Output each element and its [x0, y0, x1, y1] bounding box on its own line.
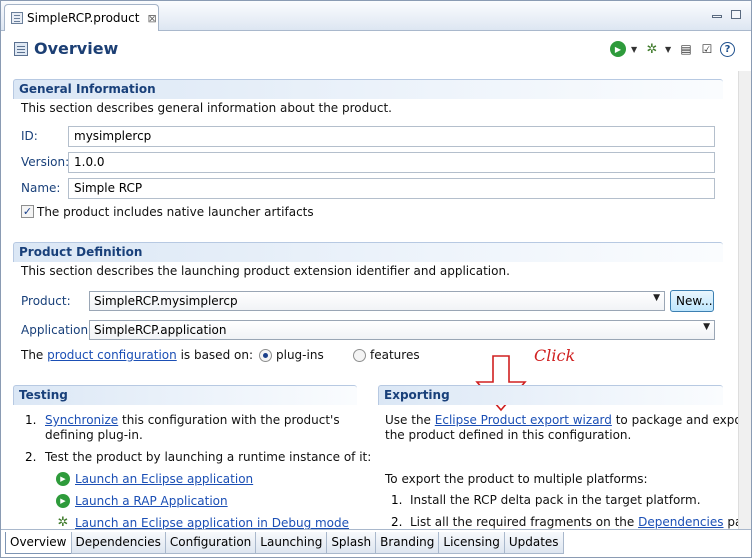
page-tabs: Overview Dependencies Configuration Laun…: [1, 529, 751, 557]
launch-eclipse-app-link[interactable]: Launch an Eclipse application: [75, 472, 253, 486]
config-basis-line: The product configuration is based on:: [21, 348, 253, 362]
editor-tab[interactable]: SimpleRCP.product ⊠: [4, 4, 159, 31]
exporting-use-line1: Use the Eclipse Product export wizard to…: [385, 413, 751, 427]
exporting-step1-text: Install the RCP delta pack in the target…: [410, 493, 701, 507]
tab-launching[interactable]: Launching: [255, 532, 328, 554]
minimize-icon[interactable]: [712, 15, 722, 18]
tab-licensing[interactable]: Licensing: [438, 532, 505, 554]
export-icon[interactable]: ▤: [678, 41, 694, 57]
tab-configuration[interactable]: Configuration: [164, 532, 257, 554]
click-annotation: Click: [534, 346, 576, 365]
id-field[interactable]: mysimplercp: [68, 126, 715, 147]
product-select-value: SimpleRCP.mysimplercp: [94, 294, 238, 308]
testing-item1-number: 1.: [25, 413, 37, 427]
maximize-icon[interactable]: [731, 10, 741, 19]
run-icon: ▶: [56, 494, 70, 508]
help-icon[interactable]: ?: [720, 41, 735, 57]
testing-item1-line2: defining plug-in.: [45, 428, 143, 442]
testing-item1-text: this configuration with the product's: [122, 413, 340, 427]
debug-icon: ✲: [57, 515, 69, 529]
application-select-value: SimpleRCP.application: [94, 323, 227, 337]
testing-item2-number: 2.: [25, 450, 37, 464]
validate-icon[interactable]: ☑: [699, 41, 715, 57]
chevron-down-icon: ▼: [653, 293, 660, 303]
launch-debug-link[interactable]: Launch an Eclipse application in Debug m…: [75, 516, 349, 529]
name-label: Name:: [21, 181, 61, 195]
tab-splash[interactable]: Splash: [326, 532, 377, 554]
chevron-down-icon[interactable]: ▼: [665, 45, 673, 54]
synchronize-link[interactable]: Synchronize: [45, 413, 118, 427]
product-label: Product:: [21, 294, 71, 308]
id-label: ID:: [21, 129, 38, 143]
tab-branding[interactable]: Branding: [375, 532, 440, 554]
tab-updates[interactable]: Updates: [503, 532, 564, 554]
editor-tab-bar: SimpleRCP.product ⊠: [1, 1, 751, 31]
exporting-step1-number: 1.: [391, 493, 403, 507]
page-title: Overview: [34, 39, 119, 58]
exporting-step2-number: 2.: [391, 515, 403, 529]
exporting-title: Exporting: [378, 385, 723, 405]
debug-icon[interactable]: ✲: [644, 41, 660, 57]
application-label: Application:: [21, 323, 93, 337]
plugins-radio[interactable]: [259, 349, 272, 362]
vertical-scrollbar[interactable]: [738, 71, 751, 529]
native-launcher-label: The product includes native launcher art…: [37, 205, 314, 219]
version-field[interactable]: 1.0.0: [68, 152, 715, 173]
close-icon[interactable]: ⊠: [147, 12, 156, 25]
editor-tab-label: SimpleRCP.product: [27, 11, 140, 25]
form-header: Overview ▶ ▼ ✲ ▼ ▤ ☑ ?: [11, 37, 741, 65]
general-info-description: This section describes general informati…: [21, 101, 392, 115]
product-definition-title: Product Definition: [13, 242, 723, 262]
version-label: Version:: [21, 155, 70, 169]
overview-page-icon: [14, 42, 28, 56]
export-wizard-link[interactable]: Eclipse Product export wizard: [435, 413, 612, 427]
product-file-icon: [11, 12, 23, 24]
exporting-multi-platform: To export the product to multiple platfo…: [385, 472, 648, 486]
tab-dependencies[interactable]: Dependencies: [70, 532, 166, 554]
down-arrow-annotation: [475, 355, 527, 412]
form-body: General Information This section describ…: [1, 71, 751, 529]
run-icon[interactable]: ▶: [610, 41, 626, 57]
product-select[interactable]: SimpleRCP.mysimplercp ▼: [89, 291, 665, 311]
exporting-step2-prefix: List all the required fragments on the: [410, 515, 635, 529]
name-field[interactable]: Simple RCP: [68, 178, 715, 199]
header-toolbar: ▶ ▼ ✲ ▼ ▤ ☑ ?: [610, 41, 735, 57]
editor-frame: SimpleRCP.product ⊠ Overview ▶ ▼ ✲ ▼ ▤ ☑…: [0, 0, 752, 558]
application-select[interactable]: SimpleRCP.application ▼: [89, 320, 715, 340]
new-product-button[interactable]: New...: [670, 290, 714, 312]
tab-overview[interactable]: Overview: [5, 532, 72, 554]
plugins-radio-label: plug-ins: [276, 348, 324, 362]
general-info-title: General Information: [13, 79, 723, 99]
features-radio[interactable]: [353, 349, 366, 362]
window-controls: [712, 10, 741, 19]
testing-item2-text: Test the product by launching a runtime …: [45, 450, 372, 464]
features-radio-label: features: [370, 348, 420, 362]
run-icon: ▶: [56, 472, 70, 486]
exporting-use-prefix: Use the: [385, 413, 431, 427]
config-basis-prefix: The: [21, 348, 44, 362]
product-definition-description: This section describes the launching pro…: [21, 264, 510, 278]
native-launcher-checkbox[interactable]: ✓: [21, 205, 34, 218]
chevron-down-icon[interactable]: ▼: [631, 45, 639, 54]
product-configuration-link[interactable]: product configuration: [47, 348, 177, 362]
dependencies-link[interactable]: Dependencies: [638, 515, 723, 529]
config-basis-suffix: is based on:: [180, 348, 253, 362]
launch-rap-app-link[interactable]: Launch a RAP Application: [75, 494, 228, 508]
exporting-use-suffix: to package and export: [615, 413, 751, 427]
exporting-use-line2: the product defined in this configuratio…: [385, 428, 632, 442]
testing-title: Testing: [13, 385, 357, 405]
testing-item1-line1: Synchronize this configuration with the …: [45, 413, 340, 427]
chevron-down-icon: ▼: [703, 322, 710, 332]
exporting-step2-line: List all the required fragments on the D…: [410, 515, 751, 529]
